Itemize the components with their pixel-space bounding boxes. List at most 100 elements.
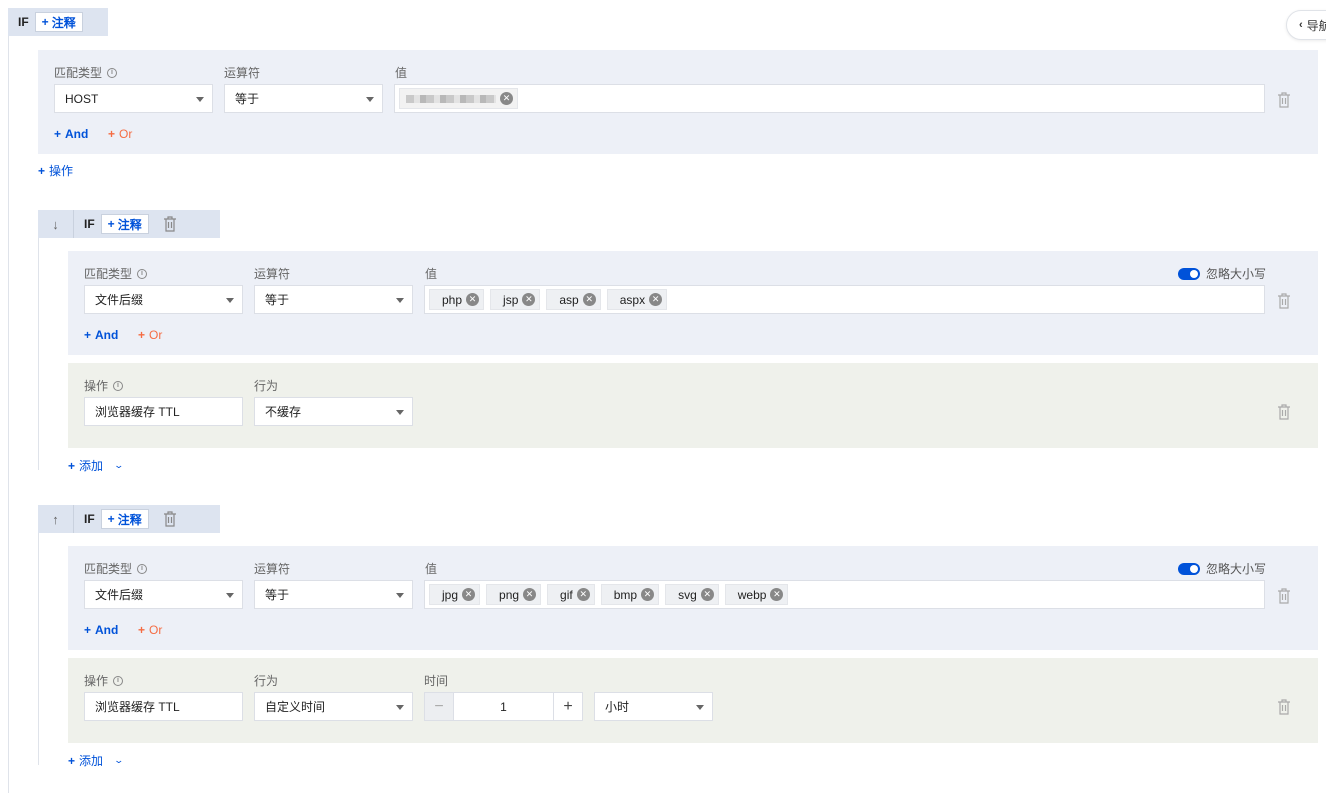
value-tag: asp ✕	[546, 289, 601, 310]
condition-panel-1: 匹配类型 i 运算符 值 HOST 等于 ✕ + And + Or	[38, 50, 1318, 154]
condition-panel-3: 匹配类型 i 运算符 值 忽略大小写 文件后缀 等于 jpg ✕ png ✕ gif ✕ bm…	[68, 546, 1318, 650]
value-tag: svg ✕	[665, 584, 719, 605]
match-type-select[interactable]: 文件后缀	[84, 285, 243, 314]
decrement-button[interactable]: −	[425, 693, 454, 720]
value-tag: aspx ✕	[606, 289, 668, 310]
ignore-case-toggle[interactable]: 忽略大小写	[1178, 265, 1266, 282]
toggle-switch	[1178, 267, 1200, 280]
value-tag: php ✕	[429, 289, 485, 310]
move-down-icon[interactable]: ↓	[38, 210, 74, 238]
info-icon: i	[107, 67, 118, 78]
caret-down-icon	[396, 298, 404, 303]
value-tag: jsp ✕	[490, 289, 541, 310]
remove-tag-icon[interactable]: ✕	[466, 293, 480, 306]
add-note-button[interactable]: + 注释	[100, 214, 149, 234]
add-or-button[interactable]: + Or	[108, 127, 132, 141]
add-or-button[interactable]: + Or	[138, 328, 162, 342]
remove-tag-icon[interactable]: ✕	[462, 588, 476, 601]
ignore-case-toggle[interactable]: 忽略大小写	[1178, 560, 1266, 577]
remove-tag-icon[interactable]: ✕	[582, 293, 596, 306]
time-unit-select[interactable]: 小时	[594, 692, 713, 721]
match-type-label: 匹配类型 i	[84, 560, 148, 577]
increment-button[interactable]: +	[553, 693, 582, 720]
value-tag: png ✕	[486, 584, 542, 605]
operation-field[interactable]: 浏览器缓存 TTL	[84, 397, 243, 426]
guide-label: 导航	[1306, 18, 1326, 33]
remove-tag-icon[interactable]: ✕	[522, 293, 536, 306]
time-stepper[interactable]: − 1 +	[424, 692, 583, 721]
time-value[interactable]: 1	[454, 693, 553, 720]
operator-select[interactable]: 等于	[254, 285, 413, 314]
match-type-label: 匹配类型 i	[54, 64, 118, 81]
remove-tag-icon[interactable]: ✕	[641, 588, 655, 601]
remove-tag-icon[interactable]: ✕	[500, 92, 513, 105]
chevron-down-icon: ⌄	[113, 460, 125, 470]
trash-icon[interactable]	[1277, 588, 1291, 604]
move-up-icon[interactable]: ↑	[38, 505, 74, 533]
value-label: 值	[425, 562, 438, 576]
add-or-button[interactable]: + Or	[138, 623, 162, 637]
value-tag-input[interactable]: ✕	[394, 84, 1265, 113]
trash-icon	[163, 511, 176, 527]
trash-icon[interactable]	[1277, 92, 1291, 108]
info-icon: i	[137, 268, 148, 279]
info-icon: i	[113, 380, 124, 391]
value-tag: ✕	[399, 88, 518, 109]
trash-icon[interactable]	[1277, 404, 1291, 420]
match-type-select[interactable]: 文件后缀	[84, 580, 243, 609]
add-operation-button[interactable]: + 操作	[38, 162, 73, 179]
outer-guide-line	[8, 36, 9, 793]
trash-icon[interactable]	[1277, 699, 1291, 715]
info-icon: i	[137, 563, 148, 574]
add-note-button[interactable]: + 注释	[34, 12, 83, 32]
remove-tag-icon[interactable]: ✕	[649, 293, 663, 306]
value-tag-input[interactable]: php ✕ jsp ✕ asp ✕ aspx ✕	[424, 285, 1265, 314]
caret-down-icon	[366, 97, 374, 102]
if-header-1: IF + 注释	[8, 8, 108, 36]
add-dropdown-button[interactable]: + 添加 ⌄	[68, 457, 125, 474]
operator-label: 运算符	[254, 562, 291, 576]
value-tag: bmp ✕	[600, 584, 660, 605]
if-label: IF	[84, 217, 95, 231]
match-type-select[interactable]: HOST	[54, 84, 213, 113]
add-note-button[interactable]: + 注释	[100, 509, 149, 529]
add-and-button[interactable]: + And	[84, 623, 118, 637]
nested-guide-line-1	[38, 238, 39, 470]
operation-label: 操作 i	[84, 377, 124, 394]
info-icon: i	[113, 675, 124, 686]
behavior-label: 行为	[254, 379, 279, 393]
behavior-select[interactable]: 自定义时间	[254, 692, 413, 721]
operation-label: 操作 i	[84, 672, 124, 689]
chevron-left-icon: ‹	[1299, 19, 1303, 31]
remove-tag-icon[interactable]: ✕	[700, 588, 714, 601]
match-type-label: 匹配类型 i	[84, 265, 148, 282]
value-label: 值	[425, 267, 438, 281]
guide-toggle[interactable]: ‹ 导航	[1286, 10, 1326, 40]
trash-icon[interactable]	[1277, 293, 1291, 309]
if-header-2: ↓ IF + 注释	[38, 210, 220, 238]
caret-down-icon	[226, 593, 234, 598]
behavior-label: 行为	[254, 674, 279, 688]
caret-down-icon	[226, 298, 234, 303]
value-tag: webp ✕	[724, 584, 789, 605]
value-tag-input[interactable]: jpg ✕ png ✕ gif ✕ bmp ✕ svg ✕ webp ✕	[424, 580, 1265, 609]
nested-guide-line-2	[38, 533, 39, 765]
remove-tag-icon[interactable]: ✕	[523, 588, 537, 601]
delete-block-button[interactable]	[155, 210, 185, 238]
operator-select[interactable]: 等于	[254, 580, 413, 609]
add-dropdown-button[interactable]: + 添加 ⌄	[68, 752, 124, 769]
behavior-select[interactable]: 不缓存	[254, 397, 413, 426]
caret-down-icon	[396, 705, 404, 710]
condition-panel-2: 匹配类型 i 运算符 值 忽略大小写 文件后缀 等于 php ✕ jsp ✕ asp ✕ as…	[68, 251, 1318, 355]
add-and-button[interactable]: + And	[84, 328, 118, 342]
remove-tag-icon[interactable]: ✕	[770, 588, 784, 601]
add-and-button[interactable]: + And	[54, 127, 88, 141]
if-label: IF	[84, 512, 95, 526]
if-label: IF	[18, 15, 29, 29]
remove-tag-icon[interactable]: ✕	[576, 588, 590, 601]
value-tag: jpg ✕	[429, 584, 481, 605]
delete-block-button[interactable]	[155, 505, 185, 533]
operator-select[interactable]: 等于	[224, 84, 383, 113]
redacted-host-text	[406, 94, 496, 103]
operation-field[interactable]: 浏览器缓存 TTL	[84, 692, 243, 721]
